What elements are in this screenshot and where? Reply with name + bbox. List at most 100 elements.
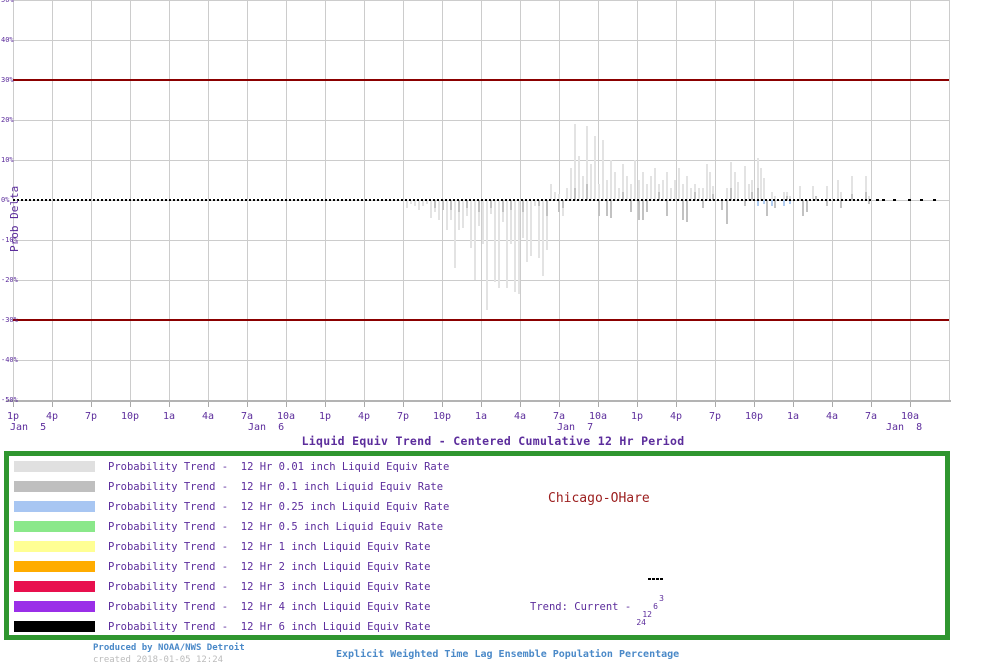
station-name: Chicago-OHare bbox=[548, 491, 650, 506]
bar bbox=[721, 200, 723, 210]
bar bbox=[462, 200, 464, 228]
bar bbox=[430, 200, 432, 218]
bar bbox=[498, 200, 500, 288]
bar bbox=[558, 200, 560, 212]
x-tick bbox=[169, 402, 170, 407]
x-tick-label: 7p bbox=[84, 411, 98, 422]
x-tick bbox=[871, 402, 872, 407]
trend-dot-icon bbox=[652, 578, 655, 580]
bar bbox=[638, 200, 640, 220]
x-tick-label: 7a bbox=[552, 411, 566, 422]
legend-row-label: Probability Trend - 12 Hr 3 inch Liquid … bbox=[108, 581, 431, 593]
legend-swatch bbox=[14, 561, 95, 572]
x-date-label: Jan 7 bbox=[557, 422, 594, 433]
bar bbox=[799, 186, 801, 200]
bar bbox=[602, 140, 604, 200]
y-tick-label: 50% bbox=[1, 0, 14, 4]
bar bbox=[646, 200, 648, 212]
legend-swatch bbox=[14, 541, 95, 552]
bar bbox=[546, 200, 548, 216]
bar bbox=[538, 200, 540, 258]
bar bbox=[662, 180, 664, 200]
zero-dash bbox=[933, 199, 936, 201]
trend-legend-label: Trend: Current - bbox=[530, 601, 638, 613]
legend-swatch bbox=[14, 481, 95, 492]
x-tick-label: 1a bbox=[474, 411, 488, 422]
legend-swatch bbox=[14, 501, 95, 512]
bar bbox=[674, 180, 676, 200]
bar bbox=[709, 172, 711, 200]
chart-title: Liquid Equiv Trend - Centered Cumulative… bbox=[301, 434, 685, 448]
x-tick-label: 4p bbox=[669, 411, 683, 422]
legend-row-label: Probability Trend - 12 Hr 0.01 inch Liqu… bbox=[108, 461, 450, 473]
legend-row-label: Probability Trend - 12 Hr 4 inch Liquid … bbox=[108, 601, 431, 613]
x-date-label: Jan 6 bbox=[248, 422, 285, 433]
x-tick-label: 7a bbox=[240, 411, 254, 422]
x-tick bbox=[130, 402, 131, 407]
bar bbox=[586, 184, 588, 200]
bar bbox=[490, 200, 492, 208]
bar bbox=[763, 178, 765, 200]
x-tick bbox=[208, 402, 209, 407]
x-tick bbox=[598, 402, 599, 407]
x-tick bbox=[286, 402, 287, 407]
bar bbox=[734, 172, 736, 200]
ref-line bbox=[13, 79, 949, 81]
bar bbox=[766, 200, 768, 216]
bar bbox=[837, 180, 839, 200]
x-tick-label: 7p bbox=[396, 411, 410, 422]
y-tick-label: -20% bbox=[1, 276, 18, 284]
zero-dash bbox=[908, 199, 911, 201]
bar bbox=[442, 200, 444, 210]
legend-swatch bbox=[14, 601, 95, 612]
x-tick-label: 10p bbox=[432, 411, 452, 422]
x-tick bbox=[793, 402, 794, 407]
x-tick-label: 10p bbox=[120, 411, 140, 422]
bar bbox=[478, 200, 480, 212]
bar bbox=[812, 186, 814, 200]
bar bbox=[760, 168, 762, 200]
bar bbox=[458, 200, 460, 212]
x-tick-label: 7p bbox=[708, 411, 722, 422]
bar bbox=[666, 172, 668, 200]
bar bbox=[598, 200, 600, 216]
x-tick bbox=[403, 402, 404, 407]
legend-swatch bbox=[14, 581, 95, 592]
zero-dash bbox=[882, 199, 885, 201]
bar bbox=[522, 200, 524, 212]
x-tick bbox=[52, 402, 53, 407]
y-tick-label: 30% bbox=[1, 76, 14, 84]
bar bbox=[606, 200, 608, 216]
x-tick-label: 4a bbox=[825, 411, 839, 422]
bar bbox=[570, 168, 572, 200]
x-tick bbox=[520, 402, 521, 407]
footer-created-timestamp: created 2018-01-05 12:24 bbox=[93, 655, 224, 665]
bar bbox=[486, 200, 488, 310]
bar bbox=[650, 176, 652, 200]
bar bbox=[610, 160, 612, 200]
x-tick-label: 10a bbox=[588, 411, 608, 422]
x-tick-label: 4p bbox=[357, 411, 371, 422]
bar bbox=[466, 200, 468, 208]
bar bbox=[654, 168, 656, 200]
y-tick-label: 10% bbox=[1, 156, 14, 164]
y-axis-label: Prob Delta bbox=[8, 185, 21, 252]
bar bbox=[682, 184, 684, 200]
x-tick-label: 1p bbox=[6, 411, 20, 422]
bar bbox=[542, 200, 544, 276]
bar bbox=[826, 186, 828, 200]
bar bbox=[406, 200, 408, 208]
legend-swatch bbox=[14, 461, 95, 472]
y-tick-label: 40% bbox=[1, 36, 14, 44]
y-tick-label: -50% bbox=[1, 396, 18, 404]
bar bbox=[506, 200, 508, 288]
legend-row-label: Probability Trend - 12 Hr 0.5 inch Liqui… bbox=[108, 521, 444, 533]
x-tick-label: 7a bbox=[864, 411, 878, 422]
bar bbox=[494, 200, 496, 282]
bar bbox=[590, 164, 592, 200]
legend-row-label: Probability Trend - 12 Hr 6 inch Liquid … bbox=[108, 621, 431, 633]
bar bbox=[646, 184, 648, 200]
x-date-label: Jan 8 bbox=[886, 422, 923, 433]
v-gridline bbox=[949, 0, 950, 400]
footer-produced-by: Produced by NOAA/NWS Detroit bbox=[93, 643, 245, 653]
